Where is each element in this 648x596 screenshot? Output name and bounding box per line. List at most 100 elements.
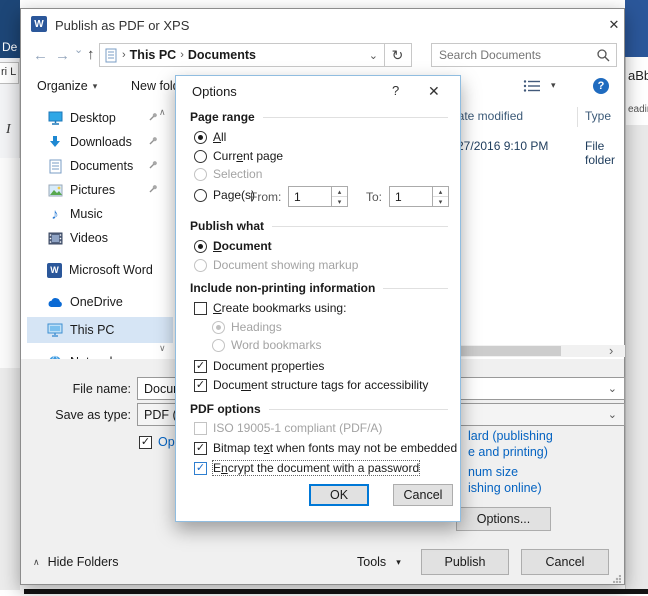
spin-down-icon[interactable]: ▾ [332,197,347,206]
breadcrumb-separator-icon: › [122,49,126,61]
radio-icon [212,320,225,334]
refresh-button[interactable]: ↻ [384,43,412,67]
radio-pages[interactable]: Page(s) [194,188,255,202]
word-icon: W [47,262,62,278]
radio-icon [194,258,207,272]
save-as-type-dropdown-icon[interactable]: ⌄ [608,408,617,421]
up-icon[interactable]: ↑ [87,46,95,63]
from-spinner[interactable]: 1 ▴ ▾ [288,186,348,207]
pin-icon[interactable] [147,183,159,198]
sidebar-item-onedrive[interactable]: OneDrive [27,291,171,313]
sidebar-item-documents[interactable]: Documents [27,155,171,177]
tree-scroll-up-icon[interactable]: ∧ [159,107,166,118]
spin-down-icon[interactable]: ▾ [433,197,448,206]
breadcrumb-expand-icon[interactable]: ⌄ [369,49,378,62]
checkbox-encrypt-password[interactable]: ✓ Encrypt the document with a password [194,460,421,476]
word-canvas-fragment-left-lower [0,368,20,590]
radio-current-page[interactable]: Current page [194,149,283,163]
sidebar-item-desktop[interactable]: Desktop [27,107,171,129]
breadcrumb-folder-icon [104,48,118,63]
spin-up-icon[interactable]: ▴ [433,187,448,197]
breadcrumb-item-documents[interactable]: Documents [188,48,256,62]
column-header-type[interactable]: Type [585,109,611,123]
refresh-icon: ↻ [391,46,404,63]
sidebar-item-network[interactable]: Network [27,351,171,359]
hscrollbar-right-arrow-icon[interactable]: › [609,343,613,358]
checkbox-document-properties[interactable]: ✓ Document properties [194,359,324,373]
options-dialog: Options ? ✕ Page range All Current page … [175,75,461,522]
search-input[interactable] [432,47,596,63]
hide-folders-chevron-icon: ∧ [33,556,40,567]
save-as-type-label: Save as type: [55,408,131,422]
sidebar-item-this-pc[interactable]: This PC [27,319,171,341]
sidebar-item-videos[interactable]: Videos [27,227,171,249]
radio-icon [194,167,207,181]
pin-icon[interactable] [147,159,159,174]
checkbox-iso-compliant: ISO 19005-1 compliant (PDF/A) [194,421,382,435]
checkbox-icon [194,301,207,315]
heading-label-fragment: eadin [628,104,648,115]
tree-scroll-down-icon[interactable]: ∨ [159,343,166,354]
font-name-fragment: ri L [1,66,17,78]
organize-menu[interactable]: Organize ▾ [37,79,97,93]
optimize-minimum-label-fragment2[interactable]: ishing online) [468,481,542,495]
publish-button[interactable]: Publish [421,549,509,575]
this-pc-icon [47,322,63,338]
spin-up-icon[interactable]: ▴ [332,187,347,197]
desktop-icon [47,110,63,126]
pin-icon[interactable] [147,111,159,126]
close-icon[interactable]: ✕ [605,17,623,35]
breadcrumb-item-this-pc[interactable]: This PC [130,48,177,62]
hide-folders-button[interactable]: ∧ Hide Folders [33,555,118,569]
optimize-standard-label-fragment2[interactable]: e and printing) [468,445,548,459]
optimize-standard-label-fragment[interactable]: lard (publishing [468,429,553,443]
views-button[interactable]: ▾ [523,79,563,95]
search-icon[interactable] [596,48,610,62]
from-value: 1 [294,190,301,204]
checkbox-document-structure[interactable]: ✓ Document structure tags for accessibil… [194,378,428,392]
sidebar-item-microsoft-word[interactable]: W Microsoft Word [27,259,171,281]
from-label: From: [250,190,282,204]
ribbon-tab-fragment: De [2,40,18,54]
options-help-icon[interactable]: ? [392,83,399,98]
options-button[interactable]: Options... [456,507,551,531]
tools-menu[interactable]: Tools ▾ [357,555,401,569]
checkbox-bitmap-text[interactable]: ✓ Bitmap text when fonts may not be embe… [194,441,457,455]
file-row-date-modified[interactable]: 7/27/2016 9:10 PM [447,139,548,153]
screen: De ri L I aBb eadin W Publish as PDF or … [0,0,648,596]
back-icon[interactable]: ← [33,47,48,64]
checkbox-icon: ✓ [194,441,207,455]
radio-all[interactable]: All [194,130,226,144]
ok-button[interactable]: OK [309,484,369,506]
radio-document-markup: Document showing markup [194,258,358,272]
search-box[interactable] [431,43,617,67]
radio-headings: Headings [212,320,282,334]
optimize-minimum-label-fragment[interactable]: num size [468,465,518,479]
breadcrumb[interactable]: › This PC › Documents ⌄ [99,43,385,67]
music-icon: ♪ [51,205,59,223]
sidebar-item-pictures[interactable]: Pictures [27,179,171,201]
column-separator [577,107,578,127]
resize-grip[interactable] [613,575,621,583]
file-name-label: File name: [72,382,131,396]
options-cancel-button[interactable]: Cancel [393,484,453,506]
checkbox-create-bookmarks[interactable]: Create bookmarks using: [194,301,346,315]
sidebar-item-downloads[interactable]: Downloads [27,131,171,153]
nav-history-chevron-icon[interactable]: ⌄ [74,43,83,56]
tools-arrow-icon: ▾ [396,556,401,567]
to-spinner[interactable]: 1 ▴ ▾ [389,186,449,207]
pin-icon[interactable] [147,135,159,150]
to-label: To: [366,190,383,204]
sidebar-item-music[interactable]: ♪ Music [27,203,171,225]
radio-icon [194,188,207,202]
radio-word-bookmarks: Word bookmarks [212,338,321,352]
forward-icon[interactable]: → [55,47,70,64]
options-close-icon[interactable]: ✕ [428,83,440,100]
cancel-button[interactable]: Cancel [521,549,609,575]
file-name-dropdown-icon[interactable]: ⌄ [608,382,617,395]
radio-document[interactable]: Document [194,239,272,253]
radio-selection: Selection [194,167,262,181]
folder-tree: Desktop Downloads Documents Pictures ♪ M… [27,103,173,359]
help-button[interactable]: ? [593,78,609,94]
file-row-type[interactable]: File folder [585,139,624,167]
